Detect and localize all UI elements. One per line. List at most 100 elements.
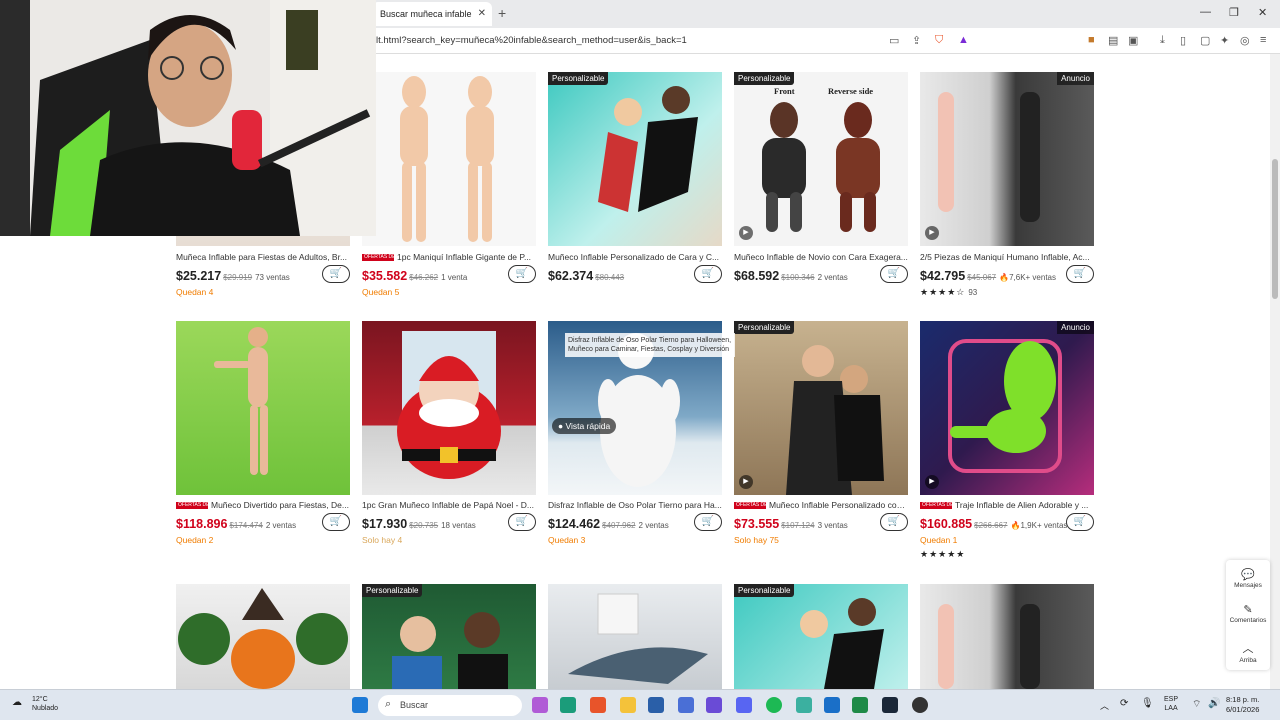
messages-button[interactable]: 💬 Mensajes bbox=[1226, 568, 1270, 589]
add-to-cart-icon[interactable]: 🛒 bbox=[880, 265, 908, 283]
rewards-icon[interactable]: ▲ bbox=[958, 34, 969, 46]
product-title[interactable]: Muñeca Inflable para Fiestas de Adultos,… bbox=[176, 252, 350, 262]
rating-stars: ★★★★★ bbox=[920, 549, 966, 559]
product-image[interactable]: Personalizable ▶ bbox=[734, 321, 908, 495]
ai-icon[interactable]: ✦ bbox=[1220, 34, 1229, 47]
edge-icon[interactable] bbox=[560, 697, 576, 713]
product-title[interactable]: 1pc Gran Muñeco Inflable de Papá Noel - … bbox=[362, 500, 536, 510]
url-field[interactable]: lt.html?search_key=muñeca%20infable&sear… bbox=[376, 35, 687, 46]
add-to-cart-icon[interactable]: 🛒 bbox=[508, 513, 536, 531]
add-to-cart-icon[interactable]: 🛒 bbox=[880, 513, 908, 531]
quick-view-label: Vista rápida bbox=[565, 421, 611, 431]
product-image[interactable]: Anuncio ▶ bbox=[920, 72, 1094, 246]
price-row: $68.592 $100.346 2 ventas 🛒 bbox=[734, 265, 908, 285]
file-explorer-icon[interactable] bbox=[620, 697, 636, 713]
brave-icon[interactable] bbox=[590, 697, 606, 713]
video-play-icon[interactable]: ▶ bbox=[925, 475, 939, 489]
tab-search[interactable]: Buscar muñeca infable ✕ bbox=[372, 2, 492, 26]
vpn-icon[interactable]: ◎ bbox=[1240, 34, 1250, 47]
chat-icon: 💬 bbox=[1241, 569, 1255, 581]
add-to-cart-icon[interactable]: 🛒 bbox=[1066, 265, 1094, 283]
product-image[interactable] bbox=[920, 584, 1094, 689]
discord-icon[interactable] bbox=[736, 697, 752, 713]
product-image[interactable]: Personalizable bbox=[734, 584, 908, 689]
spotify-icon[interactable] bbox=[766, 697, 782, 713]
extension-icon[interactable]: ■ bbox=[1088, 34, 1095, 46]
price: $17.930 bbox=[362, 517, 408, 531]
pip-icon[interactable]: ▣ bbox=[1128, 34, 1138, 47]
product-title[interactable]: OFERTAS DE 20261pc Maniquí Inflable Giga… bbox=[362, 252, 536, 262]
brave-shield-icon[interactable]: ⛉ bbox=[935, 34, 943, 47]
close-window-icon[interactable]: ✕ bbox=[1258, 6, 1267, 19]
page-scrollbar[interactable] bbox=[1270, 54, 1280, 689]
start-icon[interactable] bbox=[352, 697, 368, 713]
product-title[interactable]: 2/5 Piezas de Maniquí Humano Inflable, A… bbox=[920, 252, 1094, 262]
clock[interactable]: 8:18 p. m. 6/01/2026 bbox=[1226, 695, 1259, 715]
rating-stars: ★★★★☆ 93 bbox=[920, 287, 977, 298]
price: $35.582 bbox=[362, 269, 408, 283]
weather-widget[interactable]: ☁ 12°C Nublado bbox=[12, 695, 58, 713]
video-play-icon[interactable]: ▶ bbox=[925, 226, 939, 240]
product-image[interactable]: Personalizable bbox=[362, 584, 536, 689]
price-row: $118.896 $174.474 2 ventas 🛒 bbox=[176, 513, 350, 533]
tray-chevron-icon[interactable]: ︿ bbox=[1100, 699, 1109, 712]
menu-icon[interactable]: ≡ bbox=[1260, 34, 1266, 46]
minimize-icon[interactable]: — bbox=[1200, 6, 1211, 18]
add-to-cart-icon[interactable]: 🛒 bbox=[694, 513, 722, 531]
product-title[interactable]: Muñeco Inflable Personalizado de Cara y … bbox=[548, 252, 722, 262]
screen-icon[interactable]: ▭ bbox=[889, 34, 899, 47]
video-play-icon[interactable]: ▶ bbox=[739, 475, 753, 489]
sales: 🔥7,6K+ ventas bbox=[999, 273, 1056, 282]
obs-icon[interactable] bbox=[912, 697, 928, 713]
download-icon[interactable]: ⤓ bbox=[1160, 34, 1165, 47]
product-image[interactable]: Personalizable Front Reverse side ▶ bbox=[734, 72, 908, 246]
restore-icon[interactable]: ❐ bbox=[1229, 6, 1239, 19]
volume-icon[interactable]: 🔊 bbox=[1208, 698, 1220, 709]
wallet-icon[interactable]: ▢ bbox=[1200, 34, 1210, 47]
teams-icon[interactable] bbox=[706, 697, 722, 713]
product-image[interactable]: Personalizable bbox=[548, 72, 722, 246]
new-tab-icon[interactable]: + bbox=[498, 5, 506, 21]
sidebar-icon[interactable]: ▯ bbox=[1180, 34, 1186, 47]
product-image[interactable] bbox=[176, 321, 350, 495]
add-to-cart-icon[interactable]: 🛒 bbox=[508, 265, 536, 283]
share-icon[interactable]: ⇪ bbox=[912, 34, 921, 47]
product-image[interactable] bbox=[362, 72, 536, 246]
outlook-icon[interactable] bbox=[824, 697, 840, 713]
product-title[interactable]: OFERTAS DE 2026Traje Inflable de Alien A… bbox=[920, 500, 1094, 510]
video-play-icon[interactable]: ▶ bbox=[739, 226, 753, 240]
add-to-cart-icon[interactable]: 🛒 bbox=[1066, 513, 1094, 531]
product-title[interactable]: OFERTAS DE 2026Muñeco Divertido para Fie… bbox=[176, 500, 350, 510]
add-to-cart-icon[interactable]: 🛒 bbox=[322, 513, 350, 531]
add-to-cart-icon[interactable]: 🛒 bbox=[694, 265, 722, 283]
network-icon[interactable]: ⟳ bbox=[1120, 698, 1128, 709]
steam-icon[interactable] bbox=[882, 697, 898, 713]
mic-icon[interactable]: 🎙 bbox=[1141, 698, 1154, 709]
product-image[interactable] bbox=[176, 584, 350, 689]
product-title[interactable]: OFERTAS DE 2026Muñeco Inflable Personali… bbox=[734, 500, 908, 510]
photo-illustration bbox=[800, 598, 884, 689]
copilot-icon[interactable] bbox=[532, 697, 548, 713]
promo-badge: OFERTAS DE 2026 bbox=[176, 502, 222, 510]
quick-view-button[interactable]: ● Vista rápida bbox=[552, 418, 617, 434]
product-image[interactable] bbox=[548, 584, 722, 689]
wifi-icon[interactable]: ⌔ bbox=[1192, 698, 1201, 711]
scrollbar-thumb[interactable] bbox=[1272, 159, 1278, 299]
store-icon[interactable] bbox=[648, 697, 664, 713]
stock-label: Quedan 4 bbox=[176, 287, 214, 297]
app-icon[interactable] bbox=[678, 697, 694, 713]
comments-button[interactable]: ✎ Comentarios bbox=[1226, 603, 1270, 624]
app-icon[interactable] bbox=[796, 697, 812, 713]
product-image[interactable] bbox=[362, 321, 536, 495]
product-title[interactable]: Muñeco Inflable de Novio con Cara Exager… bbox=[734, 252, 908, 262]
back-to-top-button[interactable]: ︿ Arriba bbox=[1226, 640, 1270, 664]
taskbar-search[interactable]: ⌕ Buscar bbox=[378, 695, 522, 716]
excel-icon[interactable] bbox=[852, 697, 868, 713]
add-to-cart-icon[interactable]: 🛒 bbox=[322, 265, 350, 283]
close-tab-icon[interactable]: ✕ bbox=[478, 8, 486, 19]
language-indicator[interactable]: ESP LAA bbox=[1164, 695, 1178, 713]
product-image[interactable]: Anuncio ▶ bbox=[920, 321, 1094, 495]
product-title[interactable]: Disfraz Inflable de Oso Polar Tierno par… bbox=[548, 500, 722, 510]
translate-icon[interactable]: ▤ bbox=[1108, 34, 1118, 47]
sales: 2 ventas bbox=[817, 273, 848, 282]
